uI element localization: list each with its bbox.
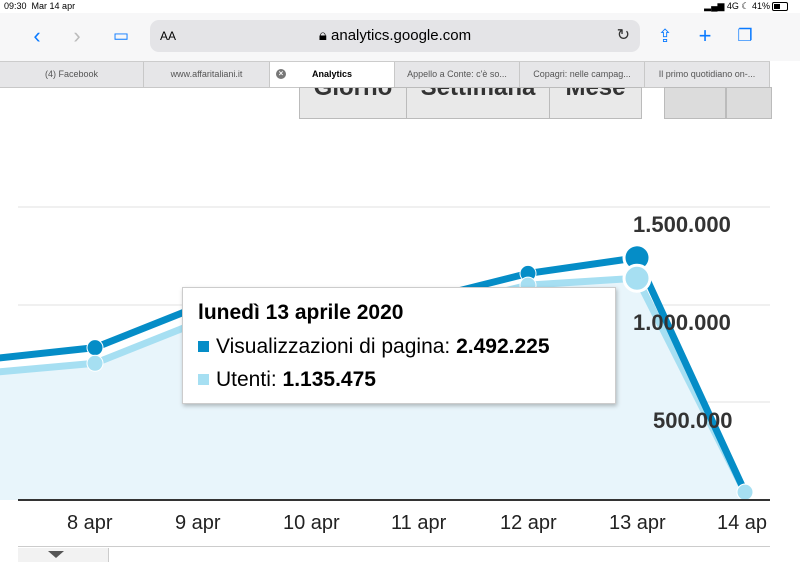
x-tick-label: 12 apr [500,512,557,534]
point-users[interactable] [86,354,104,372]
x-tick-label: 10 apr [283,512,340,534]
point-users[interactable] [736,483,754,501]
y-tick-label: 1.500.000 [633,212,731,237]
tooltip-date: lunedì 13 aprile 2020 [198,301,404,324]
point-pageviews[interactable] [86,339,104,357]
x-tick-label: 8 apr [67,512,113,534]
legend-swatch [198,341,209,352]
chevron-down-icon [48,551,64,558]
tooltip-row-pageviews: Visualizzazioni di pagina: 2.492.225 [198,335,550,359]
point-users[interactable] [622,263,652,293]
expand-toggle[interactable] [18,548,109,562]
chart-tooltip: lunedì 13 aprile 2020 Visualizzazioni di… [182,287,616,404]
y-tick-label: 500.000 [653,408,733,433]
x-tick-label: 14 ap [717,512,768,534]
tooltip-row-users: Utenti: 1.135.475 [198,368,376,392]
y-tick-label: 1.000.000 [633,310,731,335]
x-tick-label: 9 apr [175,512,221,534]
legend-swatch [198,374,209,385]
divider [18,546,770,547]
x-tick-label: 11 apr [391,512,447,534]
x-tick-label: 13 apr [609,512,666,534]
